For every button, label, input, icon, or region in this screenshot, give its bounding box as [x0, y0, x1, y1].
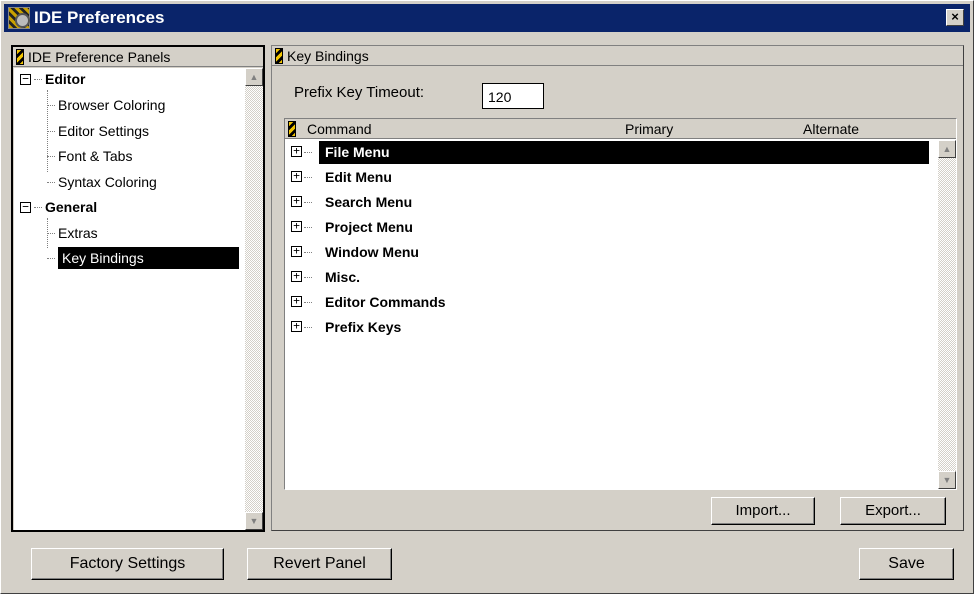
window-title: IDE Preferences [34, 8, 165, 27]
tree-connector [47, 257, 55, 259]
row-label: Editor Commands [325, 294, 446, 310]
table-row[interactable]: + File Menu [285, 140, 929, 165]
tree-group-label: General [45, 199, 98, 215]
table-scrollbar[interactable]: ▲ ▼ [938, 140, 956, 489]
expand-icon[interactable]: + [291, 295, 302, 307]
tree-connector [47, 232, 55, 234]
tree-item-browser-coloring[interactable]: Browser Coloring [47, 95, 165, 115]
preference-panels-pane: IDE Preference Panels − Editor Browser C… [11, 45, 265, 532]
save-button[interactable]: Save [859, 548, 954, 580]
tree-connector [47, 181, 55, 183]
column-command[interactable]: Command [307, 121, 372, 137]
expand-icon[interactable]: + [291, 220, 302, 232]
key-bindings-table: Command Primary Alternate + File Menu + … [284, 118, 957, 490]
tree-item-label: Browser Coloring [58, 97, 166, 113]
tree-connector [304, 277, 312, 278]
table-row[interactable]: + Prefix Keys [285, 315, 929, 340]
import-button[interactable]: Import... [711, 497, 815, 525]
tree-connector [34, 78, 42, 80]
tree-item-label: Key Bindings [58, 247, 239, 269]
tree-item-extras[interactable]: Extras [47, 223, 98, 243]
tree-connector [47, 155, 55, 157]
key-bindings-pane: Key Bindings Prefix Key Timeout: 120 Com… [271, 45, 964, 531]
tree-group-general[interactable]: − General [20, 197, 97, 217]
grip-icon [288, 120, 296, 137]
table-row[interactable]: + Search Menu [285, 190, 929, 215]
tree-connector [304, 327, 312, 328]
table-row[interactable]: + Misc. [285, 265, 929, 290]
column-alternate[interactable]: Alternate [803, 121, 859, 137]
table-header: Command Primary Alternate [285, 119, 956, 139]
collapse-icon[interactable]: − [20, 73, 31, 85]
arrow-up-icon[interactable]: ▲ [938, 140, 956, 158]
tree-item-font-tabs[interactable]: Font & Tabs [47, 146, 132, 166]
arrow-up-icon[interactable]: ▲ [245, 68, 263, 86]
close-button[interactable]: × [946, 9, 964, 26]
row-label: Edit Menu [325, 169, 392, 185]
tree-group-label: Editor [45, 71, 86, 87]
table-row[interactable]: + Window Menu [285, 240, 929, 265]
row-label: File Menu [319, 141, 929, 164]
prefix-timeout-label: Prefix Key Timeout: [294, 84, 425, 101]
tree-connector [304, 202, 312, 203]
grip-icon [275, 47, 283, 64]
tree-connector [304, 152, 312, 153]
tree-item-label: Syntax Coloring [58, 174, 157, 190]
expand-icon[interactable]: + [291, 170, 302, 182]
preferences-window: IDE Preferences × IDE Preference Panels … [0, 0, 974, 594]
tree-scrollbar[interactable]: ▲ ▼ [245, 68, 263, 530]
table-row[interactable]: + Editor Commands [285, 290, 929, 315]
revert-panel-button[interactable]: Revert Panel [247, 548, 392, 580]
panel-header: Key Bindings [272, 46, 963, 66]
row-label: Search Menu [325, 194, 413, 210]
expand-icon[interactable]: + [291, 145, 302, 157]
tree-item-syntax-coloring[interactable]: Syntax Coloring [47, 172, 157, 192]
tree-item-label: Font & Tabs [58, 148, 133, 164]
column-primary[interactable]: Primary [625, 121, 673, 137]
arrow-down-icon[interactable]: ▼ [938, 471, 956, 489]
preference-tree: − Editor Browser Coloring Editor Setting… [14, 68, 245, 530]
tree-item-editor-settings[interactable]: Editor Settings [47, 121, 149, 141]
expand-icon[interactable]: + [291, 195, 302, 207]
tree-connector [304, 252, 312, 253]
panel-header-label: Key Bindings [287, 47, 369, 64]
expand-icon[interactable]: + [291, 245, 302, 257]
gear-icon [8, 7, 30, 29]
tree-connector [34, 206, 42, 208]
tree-connector [47, 130, 55, 132]
grip-icon [16, 48, 24, 65]
tree-connector [47, 104, 55, 106]
export-button[interactable]: Export... [840, 497, 946, 525]
tree-item-key-bindings[interactable]: Key Bindings [47, 247, 239, 269]
table-row[interactable]: + Edit Menu [285, 165, 929, 190]
panel-header: IDE Preference Panels [13, 47, 263, 67]
table-body: + File Menu + Edit Menu + Search Menu + [285, 140, 929, 489]
tree-item-label: Editor Settings [58, 123, 150, 139]
collapse-icon[interactable]: − [20, 201, 31, 213]
tree-item-label: Extras [58, 225, 98, 241]
expand-icon[interactable]: + [291, 270, 302, 282]
row-label: Prefix Keys [325, 319, 402, 335]
row-label: Project Menu [325, 219, 413, 235]
row-label: Misc. [325, 269, 361, 285]
expand-icon[interactable]: + [291, 320, 302, 332]
panel-header-label: IDE Preference Panels [28, 48, 171, 65]
factory-settings-button[interactable]: Factory Settings [31, 548, 224, 580]
tree-connector [304, 227, 312, 228]
tree-connector [304, 302, 312, 303]
tree-group-editor[interactable]: − Editor [20, 69, 85, 89]
title-bar[interactable]: IDE Preferences × [4, 4, 970, 32]
tree-connector [304, 177, 312, 178]
table-row[interactable]: + Project Menu [285, 215, 929, 240]
arrow-down-icon[interactable]: ▼ [245, 512, 263, 530]
prefix-timeout-input[interactable]: 120 [482, 83, 544, 109]
row-label: Window Menu [325, 244, 419, 260]
